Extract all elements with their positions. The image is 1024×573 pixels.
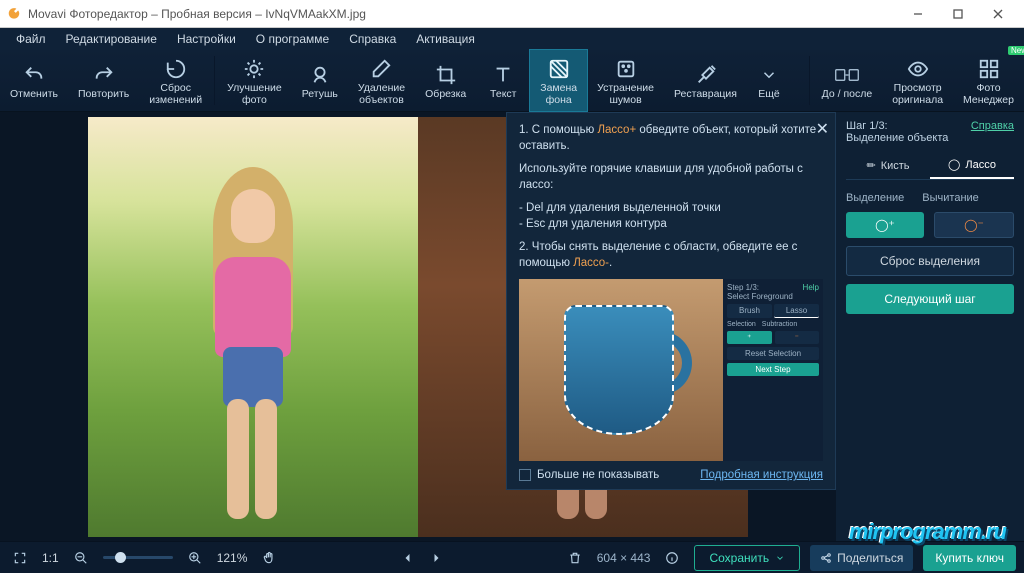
menu-settings[interactable]: Настройки	[167, 30, 246, 48]
text-button[interactable]: Текст	[476, 50, 530, 111]
main-area: ✕ 1. С помощью Лассо+ обведите объект, к…	[0, 112, 1024, 541]
hand-tool-button[interactable]	[257, 546, 281, 570]
eraser-icon	[369, 57, 393, 81]
restore-icon	[694, 63, 718, 87]
save-button[interactable]: Сохранить	[694, 545, 800, 571]
undo-icon	[22, 63, 46, 87]
photo-manager-button[interactable]: New Фото Менеджер	[953, 50, 1024, 111]
lasso-plus-icon: ◯⁺	[875, 218, 895, 232]
fullscreen-button[interactable]	[8, 546, 32, 570]
window-maximize-button[interactable]	[938, 0, 978, 28]
popup-text: - Esc для удаления контура	[519, 217, 823, 233]
mode-labels: ВыделениеВычитание	[846, 192, 1014, 204]
tool-tabs: ✏Кисть ◯Лассо	[846, 152, 1014, 180]
cup-illustration	[546, 295, 696, 445]
window-titlebar: Movavi Фоторедактор – Пробная версия – I…	[0, 0, 1024, 28]
text-icon	[491, 63, 515, 87]
popup-mini-panel: Step 1/3:Select ForegroundHelp BrushLass…	[723, 279, 823, 461]
buy-key-button[interactable]: Купить ключ	[923, 545, 1016, 571]
canvas-area[interactable]: ✕ 1. С помощью Лассо+ обведите объект, к…	[0, 112, 836, 541]
enhance-button[interactable]: Улучшение фото	[217, 50, 292, 111]
app-icon	[6, 6, 22, 22]
image-before	[88, 117, 418, 537]
next-image-button[interactable]	[424, 546, 448, 570]
popup-text: 2. Чтобы снять выделение с области, обве…	[519, 240, 823, 271]
lasso-icon: ◯	[948, 158, 960, 171]
lasso-subtract-button[interactable]: ◯⁻	[934, 212, 1014, 238]
lasso-minus-icon: ◯⁻	[964, 218, 984, 232]
tab-brush[interactable]: ✏Кисть	[846, 152, 930, 179]
popup-preview: Step 1/3:Select ForegroundHelp BrushLass…	[519, 279, 823, 461]
zoom-in-button[interactable]	[183, 546, 207, 570]
before-after-icon	[835, 63, 859, 87]
menu-activation[interactable]: Активация	[406, 30, 485, 48]
popup-text: Используйте горячие клавиши для удобной …	[519, 162, 823, 193]
denoise-button[interactable]: Устранение шумов	[587, 50, 664, 111]
crop-icon	[434, 63, 458, 87]
dont-show-checkbox[interactable]	[519, 469, 531, 481]
menu-help[interactable]: Справка	[339, 30, 406, 48]
next-step-button[interactable]: Следующий шаг	[846, 284, 1014, 314]
popup-text: - Del для удаления выделенной точки	[519, 201, 823, 217]
undo-button[interactable]: Отменить	[0, 50, 68, 111]
popup-text: 1. С помощью Лассо+ обведите объект, кот…	[519, 123, 823, 154]
grid-icon	[977, 57, 1001, 81]
retouch-icon	[308, 63, 332, 87]
tab-lasso[interactable]: ◯Лассо	[930, 152, 1014, 179]
more-tools-button[interactable]: Ещё	[747, 50, 791, 111]
chevron-down-icon	[757, 63, 781, 87]
window-close-button[interactable]	[978, 0, 1018, 28]
background-change-icon	[547, 57, 571, 81]
redo-icon	[92, 63, 116, 87]
menu-bar: Файл Редактирование Настройки О программ…	[0, 28, 1024, 50]
share-button[interactable]: Поделиться	[810, 545, 913, 571]
lasso-minus-link[interactable]: Лассо-	[573, 257, 609, 269]
status-bar: 1:1 121% 604 × 443 Сохранить Поделиться …	[0, 541, 1024, 573]
new-badge: New	[1008, 46, 1024, 55]
panel-help-link[interactable]: Справка	[971, 120, 1014, 132]
window-title: Movavi Фоторедактор – Пробная версия – I…	[28, 7, 898, 21]
before-after-button[interactable]: До / после	[812, 50, 883, 111]
view-original-button[interactable]: Просмотр оригинала	[882, 50, 953, 111]
info-button[interactable]	[660, 546, 684, 570]
enhance-icon	[242, 57, 266, 81]
step-header: Шаг 1/3:Выделение объекта	[846, 120, 948, 144]
redo-button[interactable]: Повторить	[68, 50, 139, 111]
menu-edit[interactable]: Редактирование	[56, 30, 167, 48]
brush-icon: ✏	[866, 159, 875, 172]
tutorial-popup: ✕ 1. С помощью Лассо+ обведите объект, к…	[506, 112, 836, 490]
menu-about[interactable]: О программе	[246, 30, 339, 48]
zoom-slider[interactable]	[103, 556, 173, 559]
restore-button[interactable]: Реставрация	[664, 50, 747, 111]
image-dimensions: 604 × 443	[597, 551, 651, 565]
delete-button[interactable]	[563, 546, 587, 570]
object-removal-button[interactable]: Удаление объектов	[348, 50, 415, 111]
background-change-button[interactable]: Замена фона	[530, 50, 587, 111]
zoom-out-button[interactable]	[69, 546, 93, 570]
retouch-button[interactable]: Ретушь	[292, 50, 348, 111]
eye-icon	[906, 57, 930, 81]
denoise-icon	[614, 57, 638, 81]
scale-1to1-button[interactable]: 1:1	[42, 551, 59, 565]
crop-button[interactable]: Обрезка	[415, 50, 476, 111]
toolbar: Отменить Повторить Сброс изменений Улучш…	[0, 50, 1024, 112]
reset-changes-button[interactable]: Сброс изменений	[139, 50, 212, 111]
reset-selection-button[interactable]: Сброс выделения	[846, 246, 1014, 276]
side-panel: Шаг 1/3:Выделение объекта Справка ✏Кисть…	[836, 112, 1024, 541]
zoom-value: 121%	[217, 551, 248, 565]
lasso-add-button[interactable]: ◯⁺	[846, 212, 924, 238]
dont-show-label: Больше не показывать	[537, 469, 659, 481]
lasso-plus-link[interactable]: Лассо+	[597, 124, 636, 136]
popup-close-button[interactable]: ✕	[816, 119, 829, 139]
menu-file[interactable]: Файл	[6, 30, 56, 48]
prev-image-button[interactable]	[396, 546, 420, 570]
reset-icon	[164, 57, 188, 81]
details-link[interactable]: Подробная инструкция	[700, 469, 823, 481]
window-minimize-button[interactable]	[898, 0, 938, 28]
